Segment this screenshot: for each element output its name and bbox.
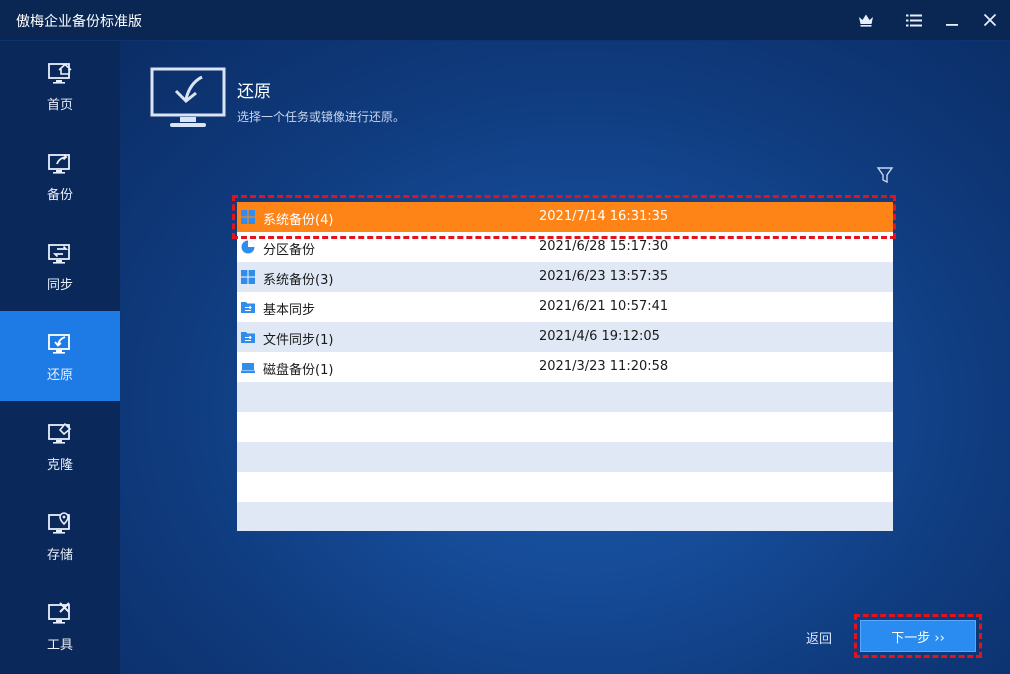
task-row[interactable]: 系统备份(3) 2021/6/23 13:57:35 <box>237 262 893 292</box>
empty-row <box>237 382 893 412</box>
backup-monitor-icon <box>48 153 70 174</box>
restore-hero-icon <box>150 67 226 127</box>
task-time: 2021/3/23 11:20:58 <box>539 359 669 374</box>
empty-row <box>237 502 893 531</box>
main-panel: 还原 选择一个任务或镜像进行还原。 系统备份(4) 2021/7/14 16:3… <box>120 41 1010 674</box>
sidebar-item-label: 备份 <box>46 187 73 203</box>
task-name: 系统备份(3) <box>263 273 334 288</box>
task-time: 2021/6/28 15:17:30 <box>539 239 669 254</box>
sidebar: 首页 备份 同步 还原 克隆 存储 工具 <box>0 41 120 674</box>
back-button[interactable]: 返回 <box>806 628 832 647</box>
task-name: 文件同步(1) <box>263 333 334 348</box>
sidebar-item-clone[interactable]: 克隆 <box>0 401 120 491</box>
sync-folder-icon <box>241 302 255 313</box>
task-row[interactable]: 文件同步(1) 2021/4/6 19:12:05 <box>237 322 893 352</box>
title-bar: 傲梅企业备份标准版 <box>0 0 1010 41</box>
empty-row <box>237 472 893 502</box>
sidebar-item-backup[interactable]: 备份 <box>0 131 120 221</box>
page-title: 还原 <box>237 82 271 102</box>
storage-location-icon <box>48 511 70 534</box>
task-row-selected[interactable]: 系统备份(4) 2021/7/14 16:31:35 <box>237 202 893 232</box>
disk-icon <box>241 363 255 373</box>
sidebar-item-label: 存储 <box>46 547 73 563</box>
partition-pie-icon <box>241 240 255 254</box>
empty-row <box>237 412 893 442</box>
sidebar-item-label: 克隆 <box>46 457 73 473</box>
sidebar-item-label: 工具 <box>46 637 73 653</box>
task-name: 系统备份(4) <box>263 213 334 228</box>
sync-monitor-icon <box>48 243 70 264</box>
next-button[interactable]: 下一步 ›› <box>860 620 976 652</box>
empty-row <box>237 442 893 472</box>
clone-monitor-icon <box>48 422 72 444</box>
sidebar-item-label: 还原 <box>46 367 73 383</box>
sidebar-item-restore[interactable]: 还原 <box>0 311 120 401</box>
task-name: 磁盘备份(1) <box>263 363 334 378</box>
close-icon[interactable] <box>978 8 1002 32</box>
sidebar-item-label: 同步 <box>46 277 73 293</box>
task-row[interactable]: 分区备份 2021/6/28 15:17:30 <box>237 232 893 262</box>
task-row[interactable]: 磁盘备份(1) 2021/3/23 11:20:58 <box>237 352 893 382</box>
home-monitor-icon <box>48 62 72 84</box>
sidebar-item-sync[interactable]: 同步 <box>0 221 120 311</box>
app-title: 傲梅企业备份标准版 <box>16 14 142 30</box>
windows-icon <box>241 270 255 284</box>
sidebar-item-tools[interactable]: 工具 <box>0 581 120 671</box>
task-name: 基本同步 <box>263 303 316 318</box>
task-list: 系统备份(4) 2021/7/14 16:31:35 分区备份 2021/6/2… <box>237 202 893 531</box>
menu-icon[interactable] <box>902 8 926 32</box>
sidebar-item-storage[interactable]: 存储 <box>0 491 120 581</box>
tools-icon <box>48 601 70 624</box>
restore-monitor-icon <box>48 333 70 354</box>
sync-folder-icon <box>241 332 255 343</box>
crown-icon[interactable] <box>854 8 878 32</box>
task-time: 2021/6/21 10:57:41 <box>539 299 669 314</box>
task-name: 分区备份 <box>263 243 316 258</box>
task-time: 2021/4/6 19:12:05 <box>539 329 660 344</box>
windows-icon <box>241 210 255 224</box>
page-subtitle: 选择一个任务或镜像进行还原。 <box>237 110 406 124</box>
minimize-icon[interactable] <box>940 8 964 32</box>
sidebar-item-label: 首页 <box>46 97 73 113</box>
task-time: 2021/7/14 16:31:35 <box>539 209 669 224</box>
task-time: 2021/6/23 13:57:35 <box>539 269 669 284</box>
task-row[interactable]: 基本同步 2021/6/21 10:57:41 <box>237 292 893 322</box>
filter-icon[interactable] <box>876 166 894 184</box>
sidebar-item-home[interactable]: 首页 <box>0 41 120 131</box>
